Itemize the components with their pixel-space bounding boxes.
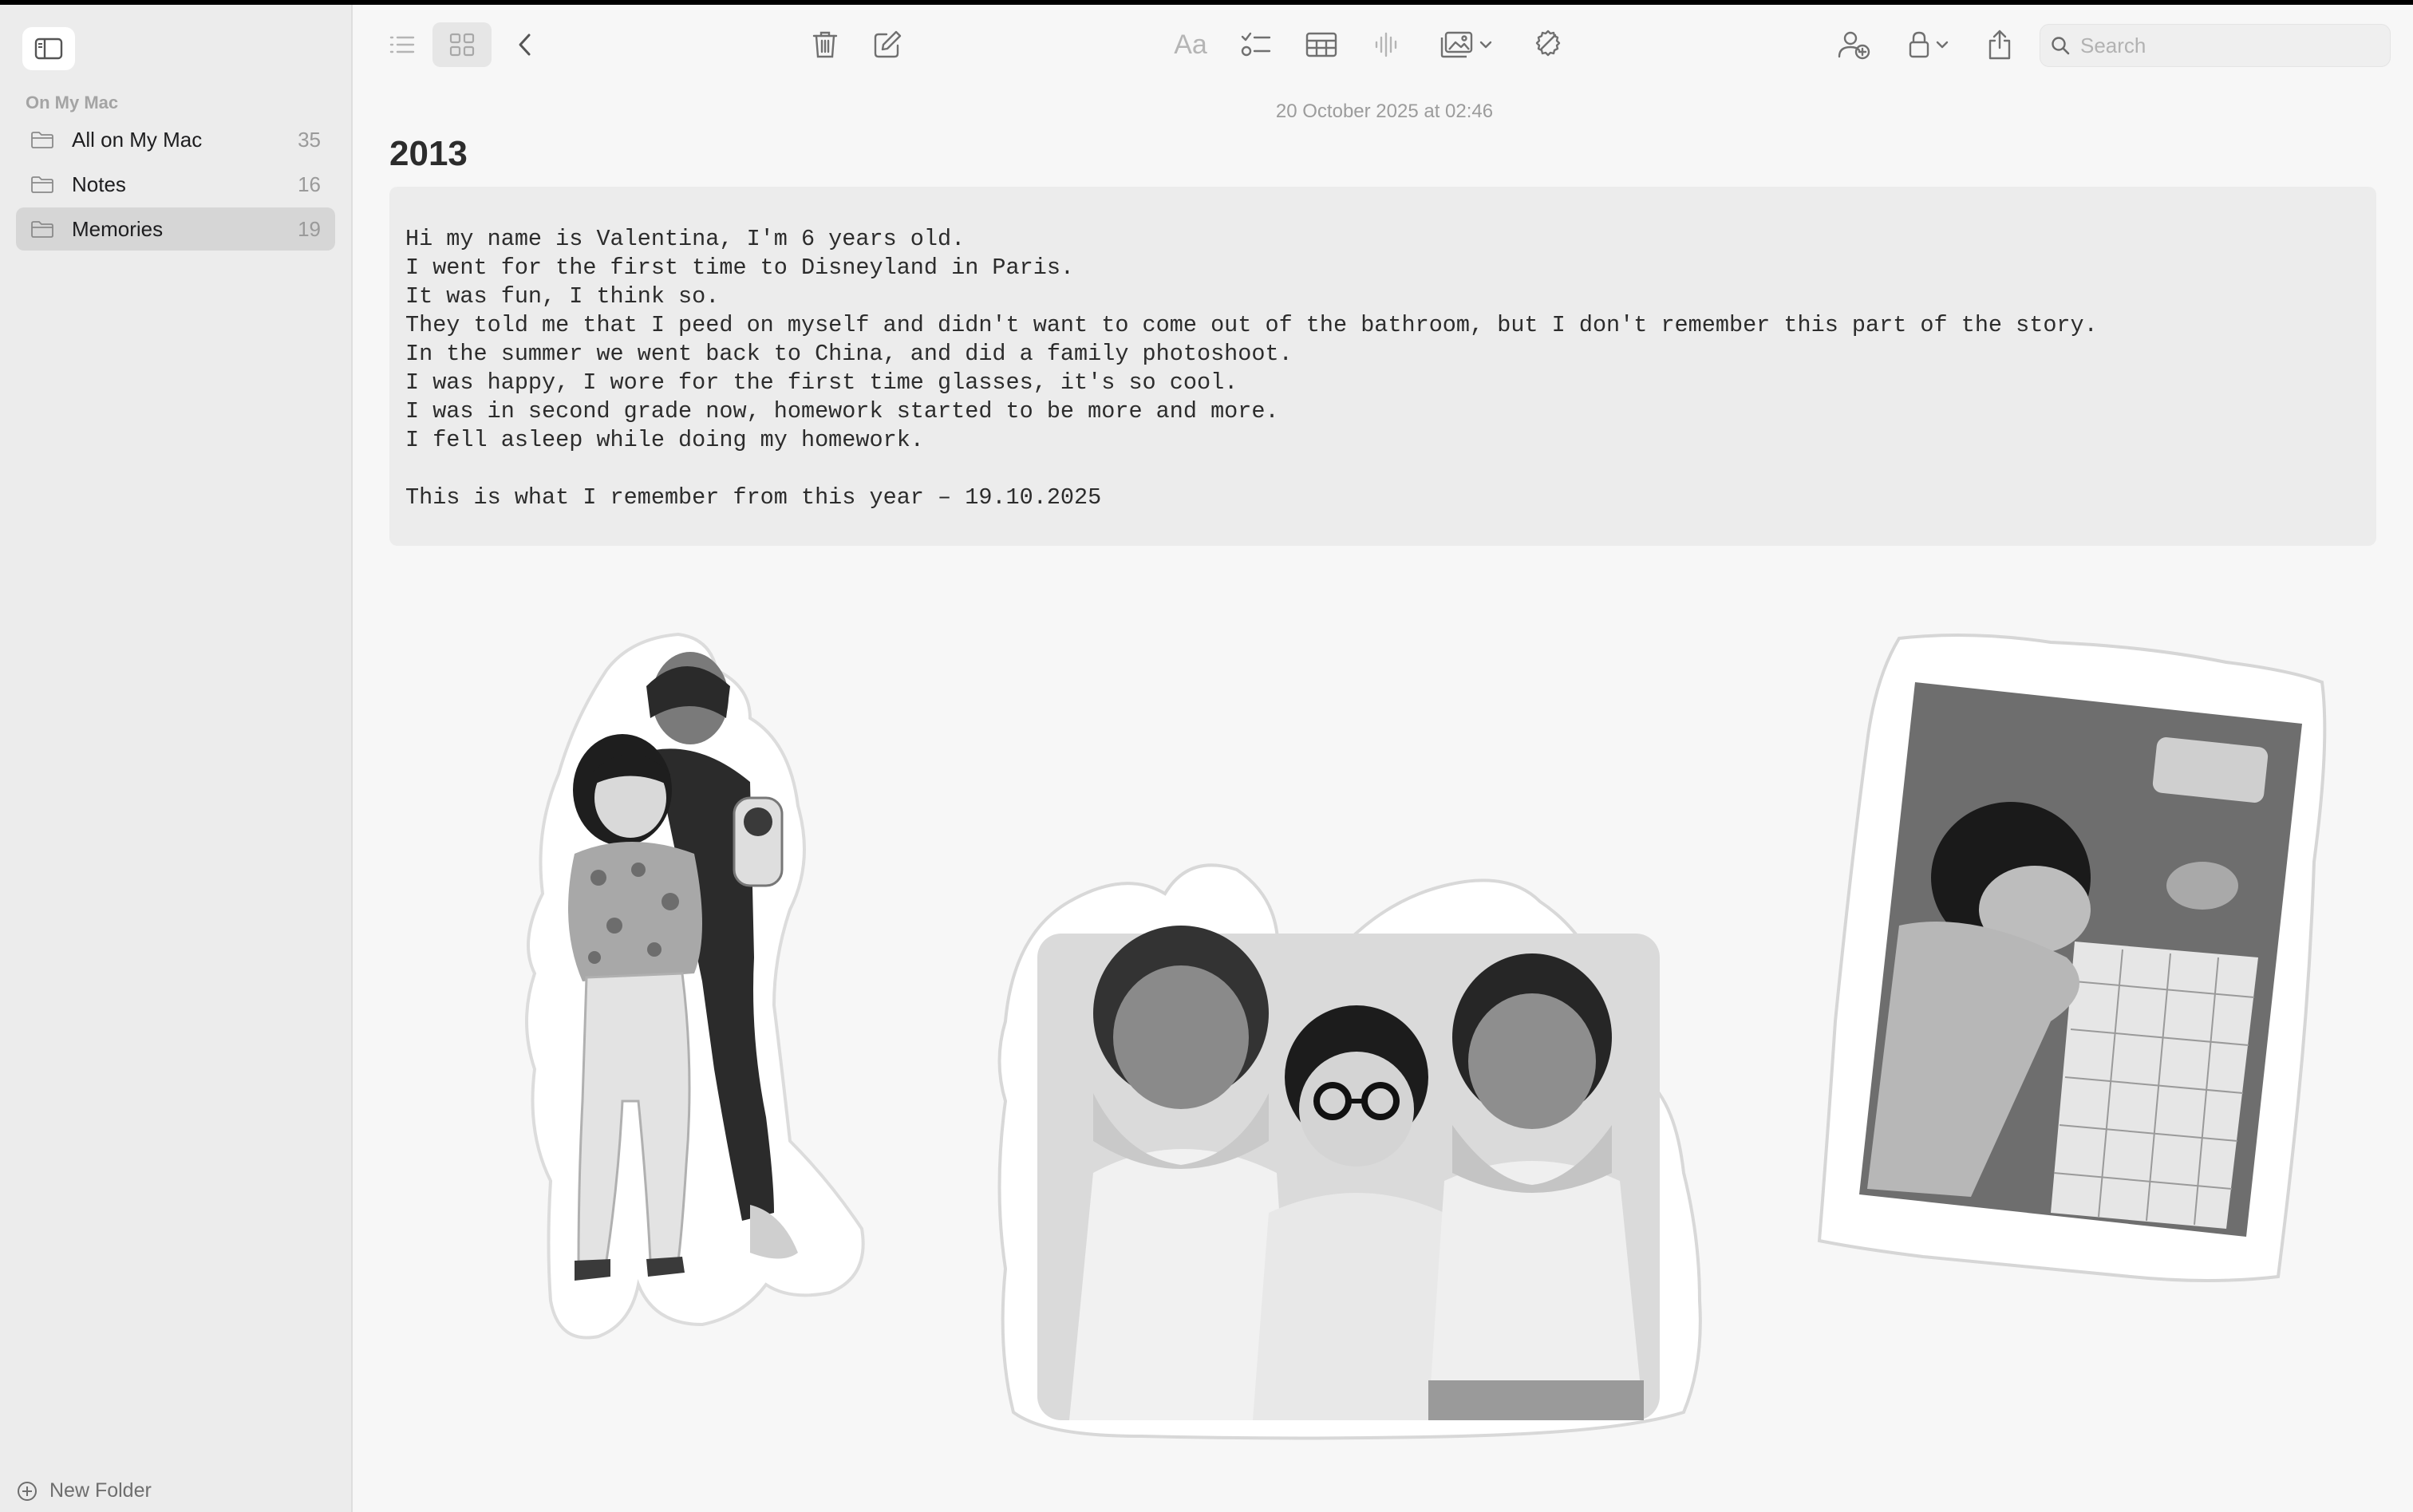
delete-button[interactable]: [804, 22, 846, 67]
share-button[interactable]: [1977, 22, 2022, 67]
search-icon: [2052, 37, 2070, 55]
plus-circle-icon: [18, 1481, 37, 1501]
note-text-line: In the summer we went back to China, and…: [405, 341, 1293, 367]
folder-name: All on My Mac: [72, 127, 203, 152]
gallery-view-icon: [449, 33, 475, 57]
photo-girls-hugging[interactable]: [511, 622, 878, 1348]
folder-icon: [30, 219, 56, 239]
sidebar-toggle-icon: [34, 38, 63, 60]
media-button[interactable]: [1435, 22, 1499, 67]
writing-tools-icon: [1535, 30, 1561, 57]
note-text-line: This is what I remember from this year –…: [405, 484, 1102, 511]
audio-button[interactable]: [1364, 22, 1409, 67]
folder-count: 19: [298, 216, 321, 241]
collaborate-icon: [1838, 31, 1870, 60]
folder-name: Notes: [72, 172, 126, 196]
note-date: 20 October 2025 at 02:46: [1275, 101, 1494, 122]
gallery-view-button[interactable]: [432, 22, 492, 67]
new-folder-button[interactable]: New Folder: [16, 1479, 152, 1502]
window-top-edge: [0, 0, 2413, 5]
checklist-button[interactable]: [1234, 22, 1278, 67]
writing-tools-button[interactable]: [1526, 22, 1570, 67]
back-button[interactable]: [507, 24, 543, 65]
note-text-line: [405, 455, 2360, 484]
table-icon: [1305, 32, 1337, 57]
photo-asleep-homework[interactable]: [1811, 622, 2338, 1293]
folder-icon: [30, 174, 56, 195]
monostyled-text-block[interactable]: Hi my name is Valentina, I'm 6 years old…: [389, 187, 2376, 546]
folder-icon: [30, 129, 56, 150]
folder-count: 16: [298, 172, 321, 196]
sidebar-item-notes[interactable]: Notes 16: [16, 163, 335, 206]
search-field[interactable]: [2040, 24, 2391, 67]
media-icon: [1440, 31, 1473, 58]
list-view-icon: [389, 36, 415, 53]
folder-count: 35: [298, 127, 321, 152]
sidebar-item-memories[interactable]: Memories 19: [16, 207, 335, 251]
lock-button[interactable]: [1899, 22, 1958, 67]
note-text-line: I fell asleep while doing my homework.: [405, 427, 924, 453]
chevron-down-icon: [1936, 41, 1949, 49]
checklist-icon: [1241, 32, 1271, 57]
compose-icon: [874, 30, 902, 58]
note-text-line: I was happy, I wore for the first time g…: [405, 369, 1238, 396]
collaborate-button[interactable]: [1830, 22, 1877, 67]
note-text-line: I went for the first time to Disneyland …: [405, 255, 1075, 281]
audio-waveform-icon: [1375, 32, 1397, 57]
sidebar-item-all-on-my-mac[interactable]: All on My Mac 35: [16, 118, 335, 161]
trash-icon: [812, 31, 838, 58]
format-button[interactable]: Aa: [1168, 22, 1213, 67]
note-text-line: Hi my name is Valentina, I'm 6 years old…: [405, 226, 966, 252]
search-input[interactable]: [2079, 32, 2385, 59]
table-button[interactable]: [1299, 22, 1344, 67]
share-icon: [1988, 30, 2011, 60]
sidebar: On My Mac All on My Mac 35 Notes 16 Memo…: [0, 5, 353, 1512]
note-title[interactable]: 2013: [389, 134, 468, 174]
note-text-line: I was in second grade now, homework star…: [405, 398, 1279, 424]
sidebar-section-title: On My Mac: [26, 93, 119, 113]
list-view-button[interactable]: [381, 24, 423, 65]
new-folder-label: New Folder: [49, 1479, 152, 1502]
format-text-icon: Aa: [1174, 29, 1207, 60]
back-chevron-icon: [519, 34, 531, 56]
chevron-down-icon: [1479, 41, 1492, 49]
sidebar-toggle-button[interactable]: [22, 27, 75, 70]
photo-family-photoshoot[interactable]: [981, 838, 1716, 1444]
new-note-button[interactable]: [867, 22, 908, 67]
note-text-line: It was fun, I think so.: [405, 283, 720, 310]
note-text-line: They told me that I peed on myself and d…: [405, 312, 2098, 338]
lock-icon: [1909, 31, 1929, 58]
folder-name: Memories: [72, 216, 164, 241]
